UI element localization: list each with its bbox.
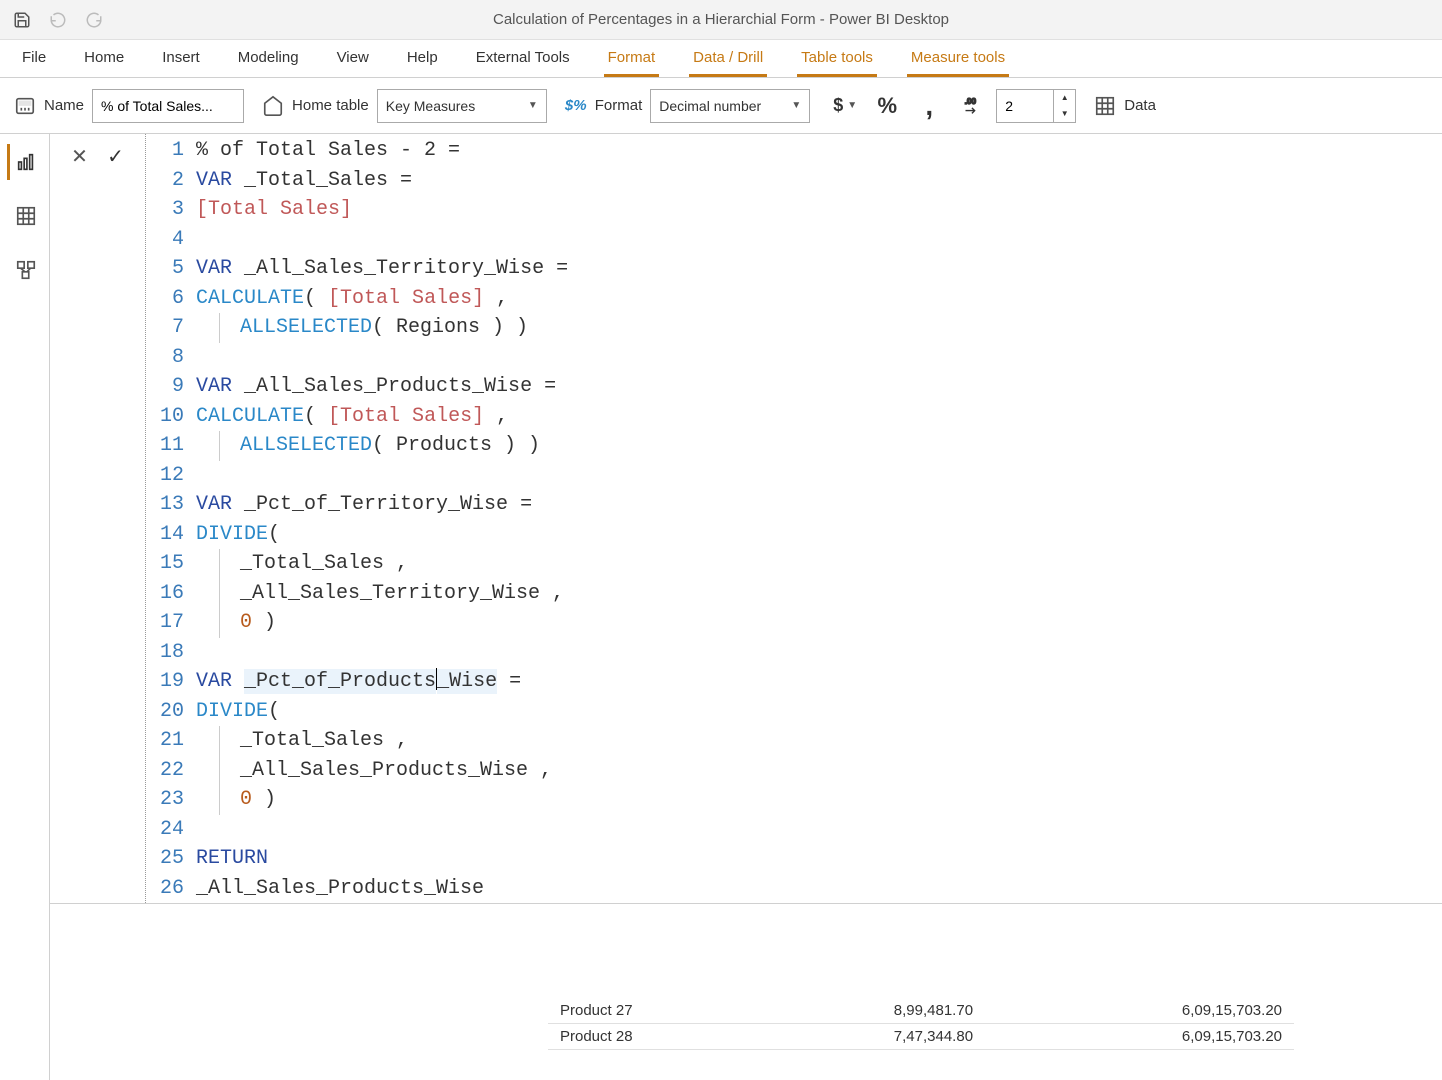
hometable-group: Home table Key Measures ▼ — [262, 89, 547, 123]
text-cursor — [436, 668, 437, 690]
home-icon — [262, 95, 284, 117]
tab-view[interactable]: View — [333, 41, 373, 77]
code-line[interactable]: VAR _All_Sales_Products_Wise = — [192, 372, 1442, 402]
spin-down-icon[interactable]: ▼ — [1054, 106, 1075, 122]
titlebar: Calculation of Percentages in a Hierarch… — [0, 0, 1442, 40]
decimals-input[interactable] — [997, 90, 1053, 122]
chevron-down-icon: ▼ — [528, 100, 538, 111]
grid-icon — [1094, 95, 1116, 117]
commit-button[interactable]: ✓ — [102, 142, 130, 170]
decimals-spinner[interactable]: ▲ ▼ — [996, 89, 1076, 123]
name-label: Name — [44, 97, 84, 114]
data-table: Product 278,99,481.706,09,15,703.20Produ… — [548, 998, 1294, 1050]
tab-table-tools[interactable]: Table tools — [797, 41, 877, 77]
tab-file[interactable]: File — [18, 41, 50, 77]
code-line[interactable]: _All_Sales_Products_Wise , — [192, 756, 1442, 786]
name-input[interactable] — [92, 89, 244, 123]
line-gutter: 1234567891011121314151617181920212223242… — [146, 136, 192, 903]
code-line[interactable]: DIVIDE( — [192, 520, 1442, 550]
model-view-button[interactable] — [7, 252, 43, 288]
svg-text:.00: .00 — [965, 97, 977, 106]
hometable-select[interactable]: Key Measures ▼ — [377, 89, 547, 123]
code-line[interactable]: 0 ) — [192, 785, 1442, 815]
code-line[interactable]: ALLSELECTED( Products ) ) — [192, 431, 1442, 461]
code-line[interactable] — [192, 343, 1442, 373]
quick-access-toolbar — [10, 8, 106, 32]
currency-button[interactable]: $▼ — [828, 89, 862, 123]
code-line[interactable]: VAR _Pct_of_Products_Wise = — [192, 667, 1442, 697]
tab-measure-tools[interactable]: Measure tools — [907, 41, 1009, 77]
tab-format[interactable]: Format — [604, 41, 660, 77]
chevron-down-icon: ▼ — [791, 100, 801, 111]
data-view-button[interactable] — [7, 198, 43, 234]
code-line[interactable] — [192, 815, 1442, 845]
code-line[interactable] — [192, 461, 1442, 491]
code-line[interactable]: VAR _Total_Sales = — [192, 166, 1442, 196]
cancel-button[interactable]: ✕ — [66, 142, 94, 170]
undo-icon[interactable] — [46, 8, 70, 32]
code-body[interactable]: % of Total Sales - 2 =VAR _Total_Sales =… — [192, 136, 1442, 903]
table-row[interactable]: Product 278,99,481.706,09,15,703.20 — [548, 998, 1294, 1024]
ribbon-tabs: File Home Insert Modeling View Help External T… — [0, 40, 1442, 78]
code-line[interactable] — [192, 225, 1442, 255]
format-value: Decimal number — [659, 98, 761, 114]
data-category-group: Data — [1094, 95, 1156, 117]
code-line[interactable]: _Total_Sales , — [192, 726, 1442, 756]
report-view-button[interactable] — [7, 144, 43, 180]
comma-button[interactable]: , — [912, 89, 946, 123]
code-line[interactable]: _All_Sales_Territory_Wise , — [192, 579, 1442, 609]
code-line[interactable]: 0 ) — [192, 608, 1442, 638]
tab-insert[interactable]: Insert — [158, 41, 204, 77]
spin-up-icon[interactable]: ▲ — [1054, 90, 1075, 106]
hometable-value: Key Measures — [386, 98, 475, 114]
save-icon[interactable] — [10, 8, 34, 32]
ribbon-body: Name Home table Key Measures ▼ $% Format… — [0, 78, 1442, 134]
tab-modeling[interactable]: Modeling — [234, 41, 303, 77]
code-line[interactable] — [192, 638, 1442, 668]
decimal-adjust-button[interactable]: .00 — [954, 89, 988, 123]
measure-icon — [14, 95, 36, 117]
tab-external-tools[interactable]: External Tools — [472, 41, 574, 77]
redo-icon[interactable] — [82, 8, 106, 32]
tab-data-drill[interactable]: Data / Drill — [689, 41, 767, 77]
format-group: $% Format Decimal number ▼ — [565, 89, 811, 123]
code-line[interactable]: RETURN — [192, 844, 1442, 874]
format-icon: $% — [565, 95, 587, 117]
code-line[interactable]: VAR _Pct_of_Territory_Wise = — [192, 490, 1442, 520]
code-line[interactable]: ALLSELECTED( Regions ) ) — [192, 313, 1442, 343]
code-line[interactable]: _All_Sales_Products_Wise — [192, 874, 1442, 904]
name-group: Name — [14, 89, 244, 123]
window-title: Calculation of Percentages in a Hierarch… — [493, 11, 949, 28]
data-table-overlay: Product 278,99,481.706,09,15,703.20Produ… — [548, 998, 1294, 1050]
chevron-down-icon: ▼ — [847, 100, 857, 111]
tab-home[interactable]: Home — [80, 41, 128, 77]
workspace: ✕ ✓ 123456789101112131415161718192021222… — [0, 134, 1442, 1080]
code-line[interactable]: DIVIDE( — [192, 697, 1442, 727]
code-line[interactable]: _Total_Sales , — [192, 549, 1442, 579]
number-buttons: $▼ % , .00 ▲ ▼ — [828, 89, 1076, 123]
formula-controls: ✕ ✓ — [50, 134, 146, 903]
hometable-label: Home table — [292, 97, 369, 114]
editor-column: ✕ ✓ 123456789101112131415161718192021222… — [50, 134, 1442, 1080]
format-select[interactable]: Decimal number ▼ — [650, 89, 810, 123]
datacat-label: Data — [1124, 97, 1156, 114]
percent-button[interactable]: % — [870, 89, 904, 123]
formula-bar: ✕ ✓ 123456789101112131415161718192021222… — [50, 134, 1442, 904]
code-editor[interactable]: 1234567891011121314151617181920212223242… — [146, 134, 1442, 903]
code-line[interactable]: VAR _All_Sales_Territory_Wise = — [192, 254, 1442, 284]
view-rail — [0, 134, 50, 1080]
table-row[interactable]: Product 287,47,344.806,09,15,703.20 — [548, 1024, 1294, 1050]
code-line[interactable]: % of Total Sales - 2 = — [192, 136, 1442, 166]
code-line[interactable]: CALCULATE( [Total Sales] , — [192, 402, 1442, 432]
tab-help[interactable]: Help — [403, 41, 442, 77]
code-line[interactable]: CALCULATE( [Total Sales] , — [192, 284, 1442, 314]
format-label: Format — [595, 97, 643, 114]
code-line[interactable]: [Total Sales] — [192, 195, 1442, 225]
